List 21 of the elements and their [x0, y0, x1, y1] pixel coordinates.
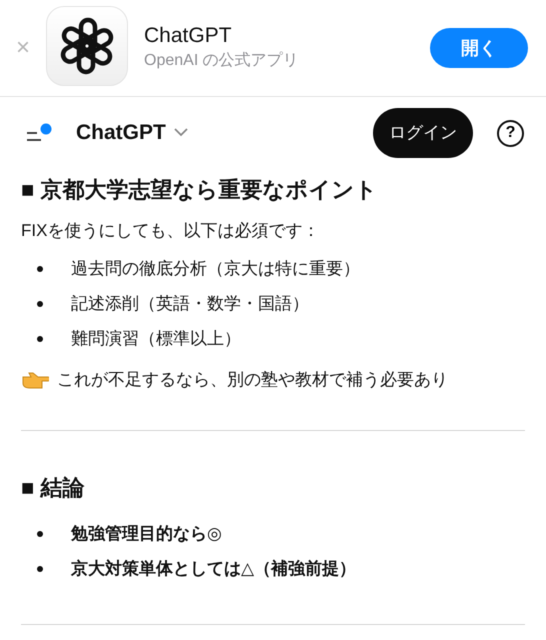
section-heading: ■ 京都大学志望なら重要なポイント [21, 176, 378, 204]
open-button[interactable]: 開く [430, 28, 528, 68]
list-item: 過去問の徹底分析（京大は特に重要） [71, 258, 360, 280]
note-text: これが不足するなら、別の塾や教材で補う必要あり [57, 368, 448, 390]
bullet-icon [37, 266, 43, 272]
app-name: ChatGPT [144, 23, 233, 49]
list-item: 難問演習（標準以上） [71, 328, 241, 350]
paragraph: FIXを使うにしても、以下は必須です： [21, 220, 320, 242]
login-button[interactable]: ログイン [373, 108, 473, 158]
list-item: 京大対策単体としては△（補強前提） [71, 558, 356, 580]
app-subtitle: OpenAI の公式アプリ [144, 50, 300, 71]
section-heading: ■ 結論 [21, 474, 86, 502]
bullet-icon [37, 566, 43, 572]
help-button[interactable]: ? [497, 120, 524, 146]
list-item: 勉強管理目的なら◎ [71, 522, 222, 545]
bullet-icon [37, 301, 43, 307]
app-logo-icon [46, 6, 128, 86]
bullet-icon [37, 530, 43, 536]
bullet-icon [37, 336, 43, 342]
list-item: 記述添削（英語・数学・国語） [71, 293, 309, 316]
model-title[interactable]: ChatGPT [76, 117, 166, 149]
